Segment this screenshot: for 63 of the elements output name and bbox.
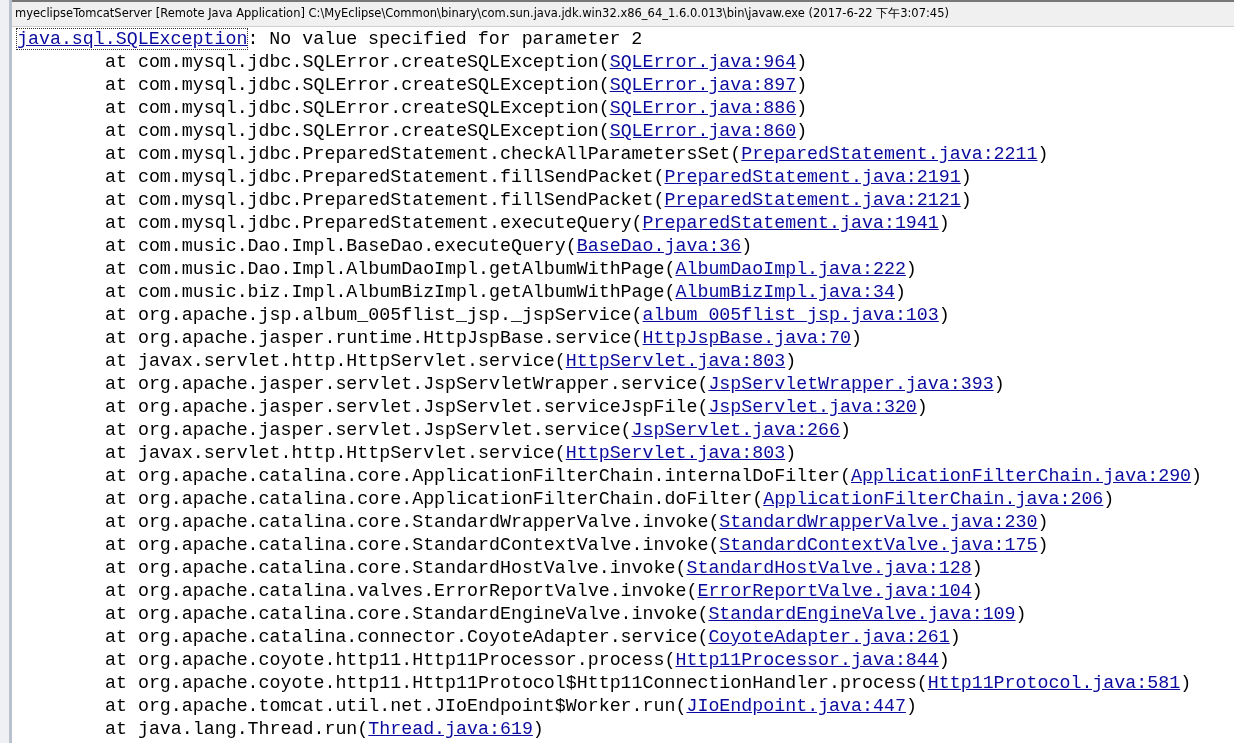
source-link[interactable]: BaseDao.java:36 <box>576 236 742 256</box>
stack-frame-line: at org.apache.catalina.core.StandardHostValve.invoke(StandardHostValve.java:128) <box>104 557 984 580</box>
stack-frame-line: at com.mysql.jdbc.PreparedStatement.fillSendPacket(PreparedStatement.java:2121) <box>104 189 973 212</box>
source-link[interactable]: JspServletWrapper.java:393 <box>708 374 994 394</box>
source-link[interactable]: Http11Processor.java:844 <box>675 650 939 670</box>
source-link[interactable]: PreparedStatement.java:1941 <box>642 213 939 233</box>
source-link[interactable]: HttpJspBase.java:70 <box>642 328 851 348</box>
source-link[interactable]: ErrorReportValve.java:104 <box>697 581 972 601</box>
source-link[interactable]: ApplicationFilterChain.java:206 <box>763 489 1104 509</box>
stack-frame-line: at org.apache.catalina.core.ApplicationFilterChain.doFilter(ApplicationFilterChain.java:206) <box>104 488 1116 511</box>
stack-frame-line: at com.mysql.jdbc.SQLError.createSQLException(SQLError.java:860) <box>104 120 809 143</box>
stack-frame-line: at org.apache.catalina.connector.CoyoteAdapter.service(CoyoteAdapter.java:261) <box>104 626 962 649</box>
console-title: myeclipseTomcatServer [Remote Java Application] C:\MyEclipse\Common\binary\com.sun.java.jdk.win32.x86_64_1.6.0.013\bin\javaw.exe (2017-6-22 下午3:07:45) <box>12 0 1234 27</box>
source-link[interactable]: SQLError.java:860 <box>609 121 797 141</box>
source-link[interactable]: ApplicationFilterChain.java:290 <box>851 466 1192 486</box>
stack-frame-line: at org.apache.catalina.core.StandardContextValve.invoke(StandardContextValve.java:175) <box>104 534 1050 557</box>
stack-frame-line: at org.apache.coyote.http11.Http11Protocol$Http11ConnectionHandler.process(Http11Protocol.java:581) <box>104 672 1193 695</box>
source-link[interactable]: AlbumDaoImpl.java:222 <box>675 259 906 279</box>
stack-frame-line: at org.apache.jasper.servlet.JspServletWrapper.service(JspServletWrapper.java:393) <box>104 373 1006 396</box>
stack-frame-line: at org.apache.jasper.runtime.HttpJspBase.service(HttpJspBase.java:70) <box>104 327 863 350</box>
stack-frame-line: at org.apache.jsp.album_005flist_jsp._jspService(album_005flist_jsp.java:103) <box>104 304 951 327</box>
stack-frame-line: at com.mysql.jdbc.PreparedStatement.fillSendPacket(PreparedStatement.java:2191) <box>104 166 973 189</box>
source-link[interactable]: SQLError.java:964 <box>609 52 797 72</box>
stack-frame-line: at javax.servlet.http.HttpServlet.service(HttpServlet.java:803) <box>104 350 798 373</box>
source-link[interactable]: StandardEngineValve.java:109 <box>708 604 1016 624</box>
source-link[interactable]: HttpServlet.java:803 <box>565 443 786 463</box>
source-link[interactable]: JspServlet.java:266 <box>631 420 841 440</box>
stack-frame-line: at com.mysql.jdbc.SQLError.createSQLException(SQLError.java:886) <box>104 97 809 120</box>
exception-link[interactable]: java.sql.SQLException <box>17 29 248 49</box>
stack-frame-line: at org.apache.jasper.servlet.JspServlet.serviceJspFile(JspServlet.java:320) <box>104 396 929 419</box>
stack-frame-line: at com.music.Dao.Impl.BaseDao.executeQuery(BaseDao.java:36) <box>104 235 754 258</box>
stack-frame-line: at com.mysql.jdbc.PreparedStatement.executeQuery(PreparedStatement.java:1941) <box>104 212 951 235</box>
source-link[interactable]: PreparedStatement.java:2121 <box>664 190 961 210</box>
stack-frame-line: at org.apache.catalina.core.StandardEngineValve.invoke(StandardEngineValve.java:109) <box>104 603 1028 626</box>
source-link[interactable]: StandardHostValve.java:128 <box>686 558 972 578</box>
source-link[interactable]: AlbumBizImpl.java:34 <box>675 282 895 302</box>
source-link[interactable]: SQLError.java:897 <box>609 75 797 95</box>
source-link[interactable]: JIoEndpoint.java:447 <box>686 696 906 716</box>
source-link[interactable]: StandardContextValve.java:175 <box>719 535 1038 555</box>
stack-frame-line: at com.mysql.jdbc.SQLError.createSQLException(SQLError.java:964) <box>104 51 809 74</box>
stack-frame-line: at org.apache.catalina.core.ApplicationFilterChain.internalDoFilter(ApplicationFilterChain.java:290) <box>104 465 1204 488</box>
stack-frame-line: at javax.servlet.http.HttpServlet.service(HttpServlet.java:803) <box>104 442 798 465</box>
source-link[interactable]: CoyoteAdapter.java:261 <box>708 627 950 647</box>
source-link[interactable]: PreparedStatement.java:2191 <box>664 167 961 187</box>
stack-frame-line: at org.apache.jasper.servlet.JspServlet.service(JspServlet.java:266) <box>104 419 853 442</box>
stack-frame-line: at org.apache.tomcat.util.net.JIoEndpoint$Worker.run(JIoEndpoint.java:447) <box>104 695 918 718</box>
source-link[interactable]: Thread.java:619 <box>368 719 533 739</box>
source-link[interactable]: album_005flist_jsp.java:103 <box>642 305 939 325</box>
stack-frame-line: at java.lang.Thread.run(Thread.java:619) <box>104 718 545 741</box>
source-link[interactable]: SQLError.java:886 <box>609 98 797 118</box>
stack-frame-line: at com.music.Dao.Impl.AlbumDaoImpl.getAlbumWithPage(AlbumDaoImpl.java:222) <box>104 258 918 281</box>
source-link[interactable]: Http11Protocol.java:581 <box>927 673 1181 693</box>
source-link[interactable]: PreparedStatement.java:2211 <box>741 144 1038 164</box>
stack-frame-line: at com.music.biz.Impl.AlbumBizImpl.getAlbumWithPage(AlbumBizImpl.java:34) <box>104 281 907 304</box>
exception-line: java.sql.SQLException: No value specified for parameter 2 <box>17 28 644 51</box>
source-link[interactable]: JspServlet.java:320 <box>708 397 917 417</box>
stack-frame-line: at com.mysql.jdbc.PreparedStatement.checkAllParametersSet(PreparedStatement.java:2211) <box>104 143 1050 166</box>
stack-frame-line: at org.apache.coyote.http11.Http11Processor.process(Http11Processor.java:844) <box>104 649 951 672</box>
stack-frame-line: at org.apache.catalina.core.StandardWrapperValve.invoke(StandardWrapperValve.java:230) <box>104 511 1050 534</box>
source-link[interactable]: StandardWrapperValve.java:230 <box>719 512 1038 532</box>
stack-frame-line: at org.apache.catalina.valves.ErrorReportValve.invoke(ErrorReportValve.java:104) <box>104 580 984 603</box>
source-link[interactable]: HttpServlet.java:803 <box>565 351 786 371</box>
stack-frame-line: at com.mysql.jdbc.SQLError.createSQLException(SQLError.java:897) <box>104 74 809 97</box>
